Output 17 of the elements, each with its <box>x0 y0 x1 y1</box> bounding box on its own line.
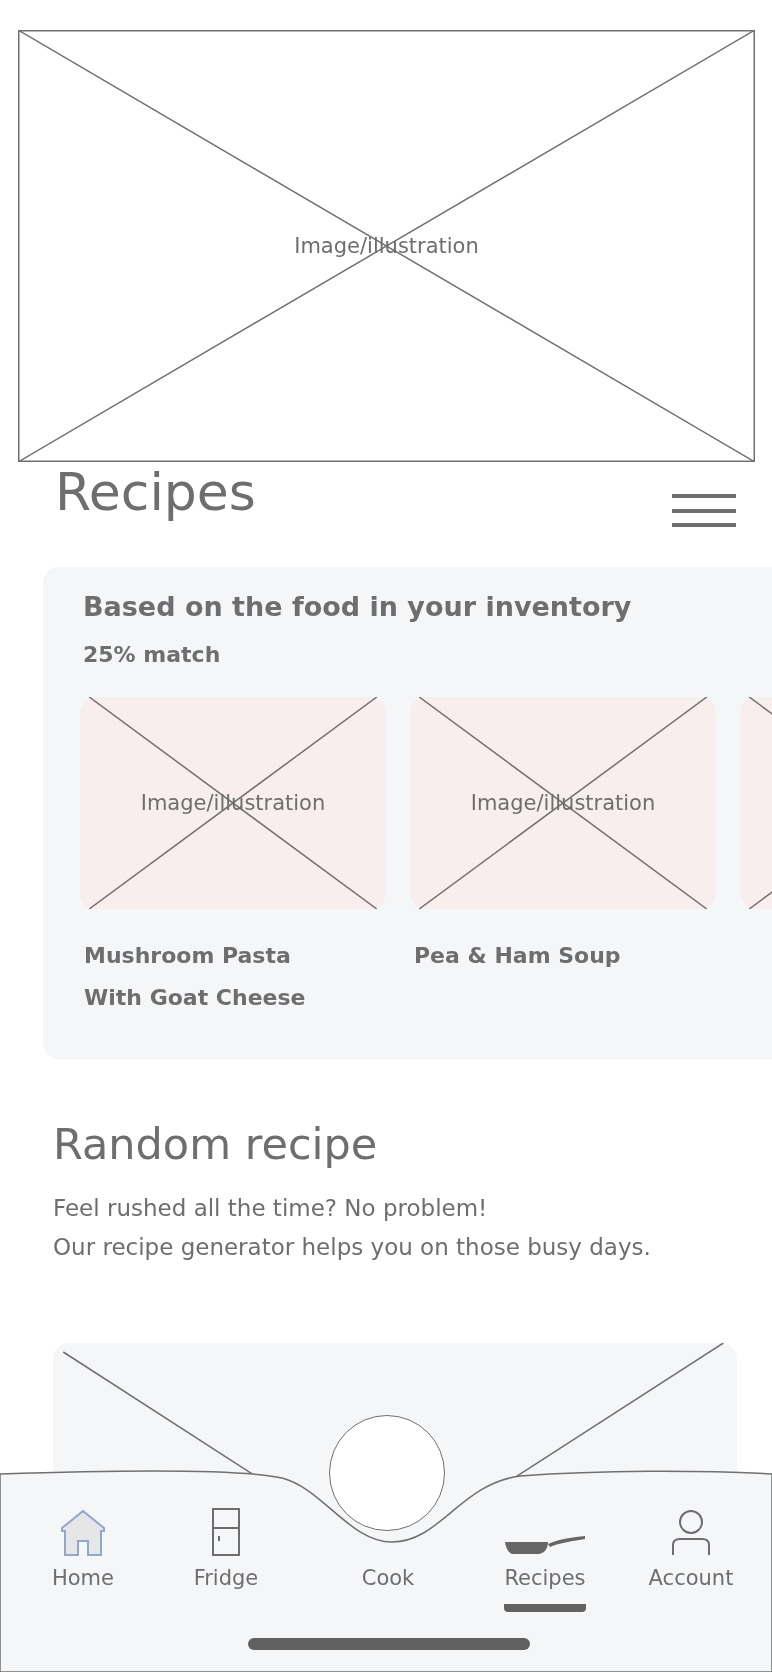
nav-tab[interactable]: Fridge <box>193 1506 259 1612</box>
description-text: Feel rushed all the time? No problem! Our recipe generator helps you on those busy days. <box>53 1193 652 1262</box>
recipe-title[interactable]: Pea & Ham Soup <box>410 935 716 978</box>
match-label: 25% match <box>83 642 222 668</box>
frying-pan-icon <box>504 1536 586 1556</box>
page-title: Recipes <box>55 464 256 522</box>
section-heading: Random recipe <box>53 1119 379 1171</box>
menu-icon[interactable] <box>672 494 736 527</box>
house-icon <box>59 1508 107 1556</box>
fridge-icon <box>211 1508 241 1556</box>
nav-tab[interactable]: Recipes <box>504 1506 586 1612</box>
section-heading: Based on the food in your inventory <box>83 590 633 624</box>
recipe-title[interactable]: Mushroom Pasta With Goat Cheese <box>80 935 386 1020</box>
user-icon <box>671 1510 711 1556</box>
nav-tab[interactable]: Home <box>52 1506 114 1612</box>
nav-tab[interactable]: Account <box>648 1506 734 1612</box>
nav-tab[interactable]: Cook <box>361 1506 415 1612</box>
